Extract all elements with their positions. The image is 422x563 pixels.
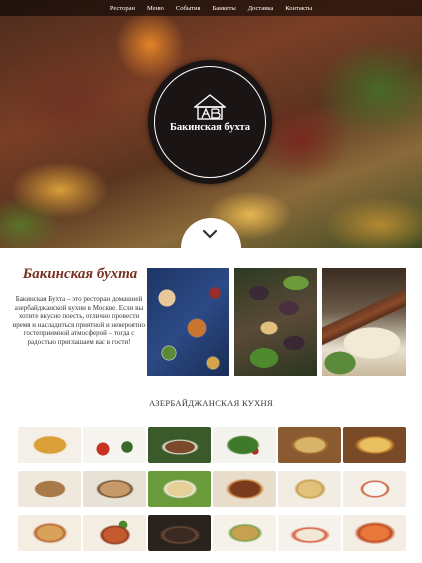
dish-item[interactable] <box>83 471 146 507</box>
dish-item[interactable] <box>213 515 276 551</box>
dish-item[interactable] <box>278 471 341 507</box>
nav-contacts[interactable]: Контакты <box>285 5 312 12</box>
dish-item[interactable] <box>343 471 406 507</box>
dish-item[interactable] <box>343 515 406 551</box>
emblem-icon <box>194 94 226 120</box>
photo-table-spread[interactable] <box>147 268 229 376</box>
dish-item[interactable] <box>18 515 81 551</box>
nav-delivery[interactable]: Доставка <box>248 5 274 12</box>
logo-text: Бакинская бухта <box>169 122 251 133</box>
chevron-down-icon[interactable] <box>201 228 219 240</box>
nav-events[interactable]: События <box>176 5 201 12</box>
section-title: АЗЕРБАЙДЖАНСКАЯ КУХНЯ <box>149 398 273 408</box>
dish-item[interactable] <box>213 427 276 463</box>
logo[interactable]: Бакинская бухта <box>148 60 272 184</box>
top-nav: Ресторан Меню События Банкеты Доставка К… <box>0 0 422 16</box>
dish-item[interactable] <box>148 471 211 507</box>
photo-grilled-vegetables[interactable] <box>234 268 317 376</box>
dish-item[interactable] <box>83 515 146 551</box>
dish-item[interactable] <box>18 471 81 507</box>
intro-text: Бакинская Бухта – это ресторан домашней … <box>12 295 146 346</box>
dish-item[interactable] <box>18 427 81 463</box>
dish-item[interactable] <box>278 427 341 463</box>
intro-title: Бакинская бухта <box>22 266 138 282</box>
dish-item[interactable] <box>343 427 406 463</box>
dish-item[interactable] <box>83 427 146 463</box>
dish-item[interactable] <box>278 515 341 551</box>
hero-banner: Ресторан Меню События Банкеты Доставка К… <box>0 0 422 248</box>
dish-item[interactable] <box>148 515 211 551</box>
dish-item[interactable] <box>213 471 276 507</box>
nav-menu[interactable]: Меню <box>147 5 164 12</box>
photo-kebab[interactable] <box>322 268 406 376</box>
dish-item[interactable] <box>148 427 211 463</box>
nav-restaurant[interactable]: Ресторан <box>110 5 135 12</box>
nav-banquets[interactable]: Банкеты <box>213 5 236 12</box>
